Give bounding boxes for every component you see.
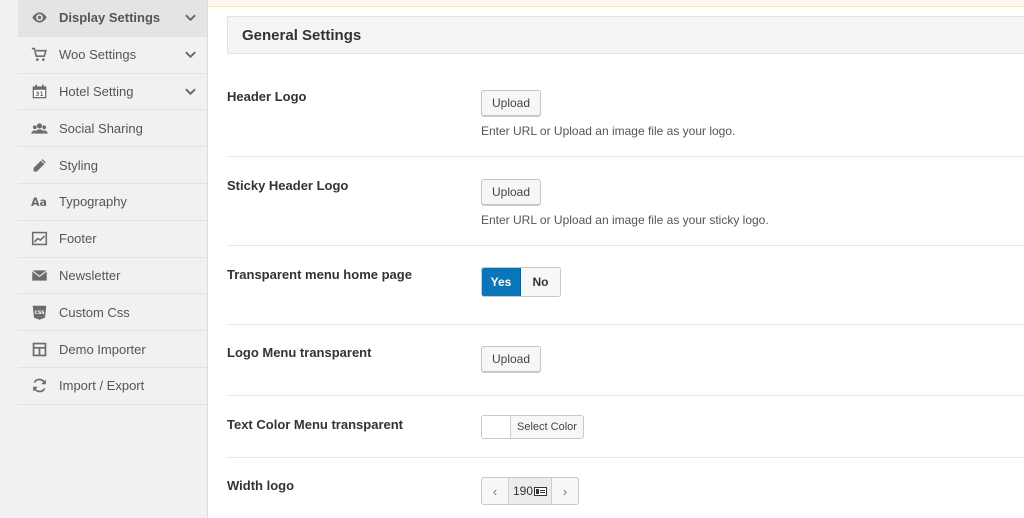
chart-icon — [30, 230, 48, 248]
sidebar-item-label: Social Sharing — [59, 120, 143, 136]
width-logo-stepper: ‹ 190 › — [481, 477, 579, 505]
header-logo-control: Upload Enter URL or Upload an image file… — [481, 90, 735, 138]
sidebar-item-label: Newsletter — [59, 267, 121, 283]
cart-icon — [30, 46, 48, 64]
users-icon — [30, 119, 48, 137]
width-logo-value[interactable]: 190 — [508, 478, 552, 504]
settings-sidebar: Display Settings Woo Settings 31 Hotel S… — [18, 0, 208, 518]
section-title: General Settings — [227, 16, 1024, 54]
logo-menu-transparent-row: Logo Menu transparent Upload — [227, 325, 1024, 396]
sticky-header-logo-row: Sticky Header Logo Upload Enter URL or U… — [227, 157, 1024, 246]
header-logo-label: Header Logo — [227, 89, 307, 104]
sidebar-item-styling[interactable]: Styling — [18, 147, 207, 184]
sidebar-item-woo-settings[interactable]: Woo Settings — [18, 37, 207, 74]
header-logo-upload-button[interactable]: Upload — [481, 90, 542, 116]
envelope-icon — [30, 266, 48, 284]
color-swatch[interactable] — [482, 416, 511, 438]
toggle-yes-button[interactable]: Yes — [482, 268, 521, 296]
sidebar-item-label: Import / Export — [59, 378, 145, 394]
color-picker[interactable]: Select Color — [481, 415, 584, 439]
notice-bar — [208, 0, 1024, 7]
sidebar-item-label: Demo Importer — [59, 341, 146, 357]
sidebar-item-label: Custom Css — [59, 304, 130, 320]
sidebar-item-display-settings[interactable]: Display Settings — [18, 0, 207, 37]
sidebar-item-label: Hotel Setting — [59, 83, 134, 99]
svg-text:CSS: CSS — [34, 310, 45, 316]
width-logo-label: Width logo — [227, 478, 295, 493]
css-icon: CSS — [30, 303, 48, 321]
calendar-icon: 31 — [30, 82, 48, 100]
sidebar-item-demo-importer[interactable]: Demo Importer — [18, 331, 207, 368]
header-logo-row: Header Logo Upload Enter URL or Upload a… — [227, 68, 1024, 157]
width-logo-row: Width logo ‹ 190 › — [227, 458, 1024, 518]
pencil-icon — [30, 156, 48, 174]
logo-menu-transparent-control: Upload — [481, 346, 542, 372]
sidebar-item-label: Woo Settings — [59, 47, 137, 63]
chevron-right-icon[interactable]: › — [552, 478, 578, 504]
width-logo-value-text: 190 — [513, 484, 533, 498]
header-logo-description: Enter URL or Upload an image file as you… — [481, 124, 736, 138]
select-color-button[interactable]: Select Color — [511, 416, 583, 438]
text-color-menu-control: Select Color — [481, 415, 584, 441]
sidebar-item-import-export[interactable]: Import / Export — [18, 368, 207, 405]
transparent-menu-control: Yes No — [481, 267, 561, 297]
toggle-no-button[interactable]: No — [521, 268, 560, 296]
sidebar-item-label: Typography — [59, 194, 127, 210]
logo-menu-transparent-label: Logo Menu transparent — [227, 345, 372, 360]
svg-text:Aa: Aa — [31, 196, 47, 209]
sticky-header-logo-label: Sticky Header Logo — [227, 178, 349, 193]
logo-menu-transparent-upload-button[interactable]: Upload — [481, 346, 542, 372]
settings-panel: General Settings Header Logo Upload Ente… — [208, 0, 1024, 518]
sidebar-item-hotel-setting[interactable]: 31 Hotel Setting — [18, 74, 207, 111]
transparent-menu-label: Transparent menu home page — [227, 267, 412, 282]
layout-icon — [30, 340, 48, 358]
sidebar-item-typography[interactable]: Aa Typography — [18, 184, 207, 221]
sticky-header-logo-description: Enter URL or Upload an image file as you… — [481, 213, 769, 227]
typography-icon: Aa — [30, 193, 48, 211]
transparent-menu-toggle: Yes No — [481, 267, 561, 297]
sidebar-item-footer[interactable]: Footer — [18, 221, 207, 258]
svg-text:31: 31 — [35, 91, 43, 98]
text-color-menu-label: Text Color Menu transparent — [227, 417, 404, 432]
sidebar-item-label: Styling — [59, 157, 99, 173]
refresh-icon — [30, 377, 48, 395]
sidebar-item-label: Footer — [59, 231, 97, 247]
card-icon — [534, 486, 547, 496]
sidebar-item-label: Display Settings — [59, 10, 161, 26]
chevron-down-icon[interactable] — [183, 11, 197, 25]
sidebar-item-custom-css[interactable]: CSS Custom Css — [18, 294, 207, 332]
chevron-down-icon[interactable] — [183, 84, 197, 98]
admin-menu-edge — [0, 0, 18, 518]
width-logo-control: ‹ 190 › — [481, 477, 579, 505]
chevron-down-icon[interactable] — [183, 48, 197, 62]
sticky-header-logo-control: Upload Enter URL or Upload an image file… — [481, 179, 769, 227]
transparent-menu-row: Transparent menu home page Yes No — [227, 246, 1024, 325]
sidebar-item-social-sharing[interactable]: Social Sharing — [18, 110, 207, 148]
sidebar-item-newsletter[interactable]: Newsletter — [18, 258, 207, 295]
eye-icon — [30, 9, 48, 27]
chevron-left-icon[interactable]: ‹ — [482, 478, 508, 504]
sticky-header-logo-upload-button[interactable]: Upload — [481, 179, 542, 205]
text-color-menu-row: Text Color Menu transparent Select Color — [227, 396, 1024, 458]
